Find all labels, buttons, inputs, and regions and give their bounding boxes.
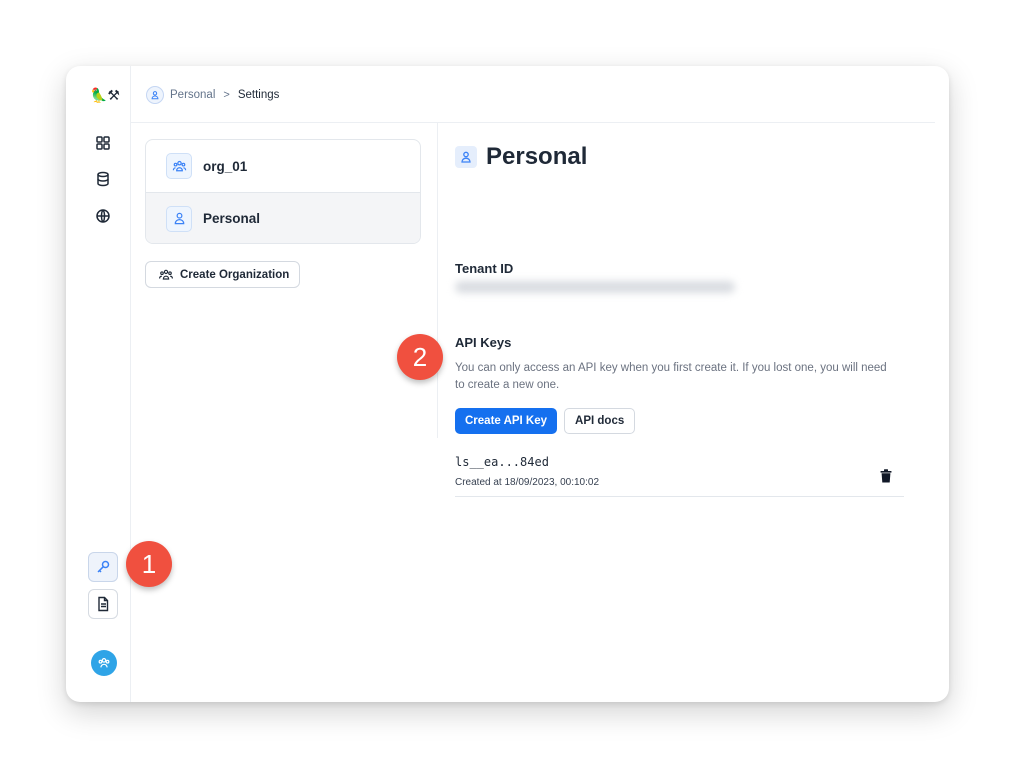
title-text: Personal <box>486 143 588 170</box>
api-docs-button[interactable]: API docs <box>564 408 636 434</box>
projects-grid-icon[interactable] <box>88 128 118 158</box>
callout-1: 1 <box>126 541 172 587</box>
api-key-row: ls__ea...84ed Created at 18/09/2023, 00:… <box>455 453 904 497</box>
app-window: 🦜⚒ Personal > Settings org_01 Personal C… <box>66 66 949 702</box>
tenant-id-value-redacted <box>455 281 735 293</box>
page-title: Personal <box>455 143 587 171</box>
create-api-key-button[interactable]: Create API Key <box>455 408 558 434</box>
hub-globe-icon[interactable] <box>88 201 118 231</box>
top-bar: Personal > Settings <box>131 66 935 123</box>
group-icon <box>166 153 192 179</box>
organization-column: org_01 Personal Create Organization <box>131 123 438 438</box>
person-icon <box>455 146 477 168</box>
api-key-masked: ls__ea...84ed <box>455 455 549 469</box>
org-name: org_01 <box>203 158 248 174</box>
api-keys-label: API Keys <box>455 335 512 350</box>
org-item-personal[interactable]: Personal <box>146 192 420 243</box>
chevron-right-icon: > <box>223 89 230 101</box>
api-key-actions: Create API Key API docs <box>455 408 636 434</box>
breadcrumb-settings: Settings <box>237 89 280 101</box>
callout-2: 2 <box>397 334 443 380</box>
datasets-icon[interactable] <box>88 164 118 194</box>
breadcrumb: Personal > Settings <box>146 86 279 104</box>
org-item-org-01[interactable]: org_01 <box>146 140 420 192</box>
create-organization-button[interactable]: Create Organization <box>145 261 301 288</box>
api-keys-description: You can only access an API key when you … <box>455 362 887 391</box>
app-logo[interactable]: 🦜⚒ <box>90 86 120 104</box>
group-icon <box>159 269 173 280</box>
api-key-created-at: Created at 18/09/2023, 00:10:02 <box>455 477 600 488</box>
icon-rail: 🦜⚒ <box>66 66 131 702</box>
trash-icon[interactable] <box>880 469 894 484</box>
avatar-icon[interactable] <box>91 650 117 676</box>
person-icon <box>146 86 164 104</box>
api-key-icon[interactable] <box>88 552 118 582</box>
person-icon <box>166 205 192 232</box>
tenant-id-label: Tenant ID <box>455 261 514 276</box>
docs-icon[interactable] <box>88 589 118 619</box>
org-name: Personal <box>203 211 261 226</box>
organization-list: org_01 Personal <box>145 139 421 244</box>
breadcrumb-personal[interactable]: Personal <box>170 89 215 101</box>
create-organization-label: Create Organization <box>180 268 290 281</box>
